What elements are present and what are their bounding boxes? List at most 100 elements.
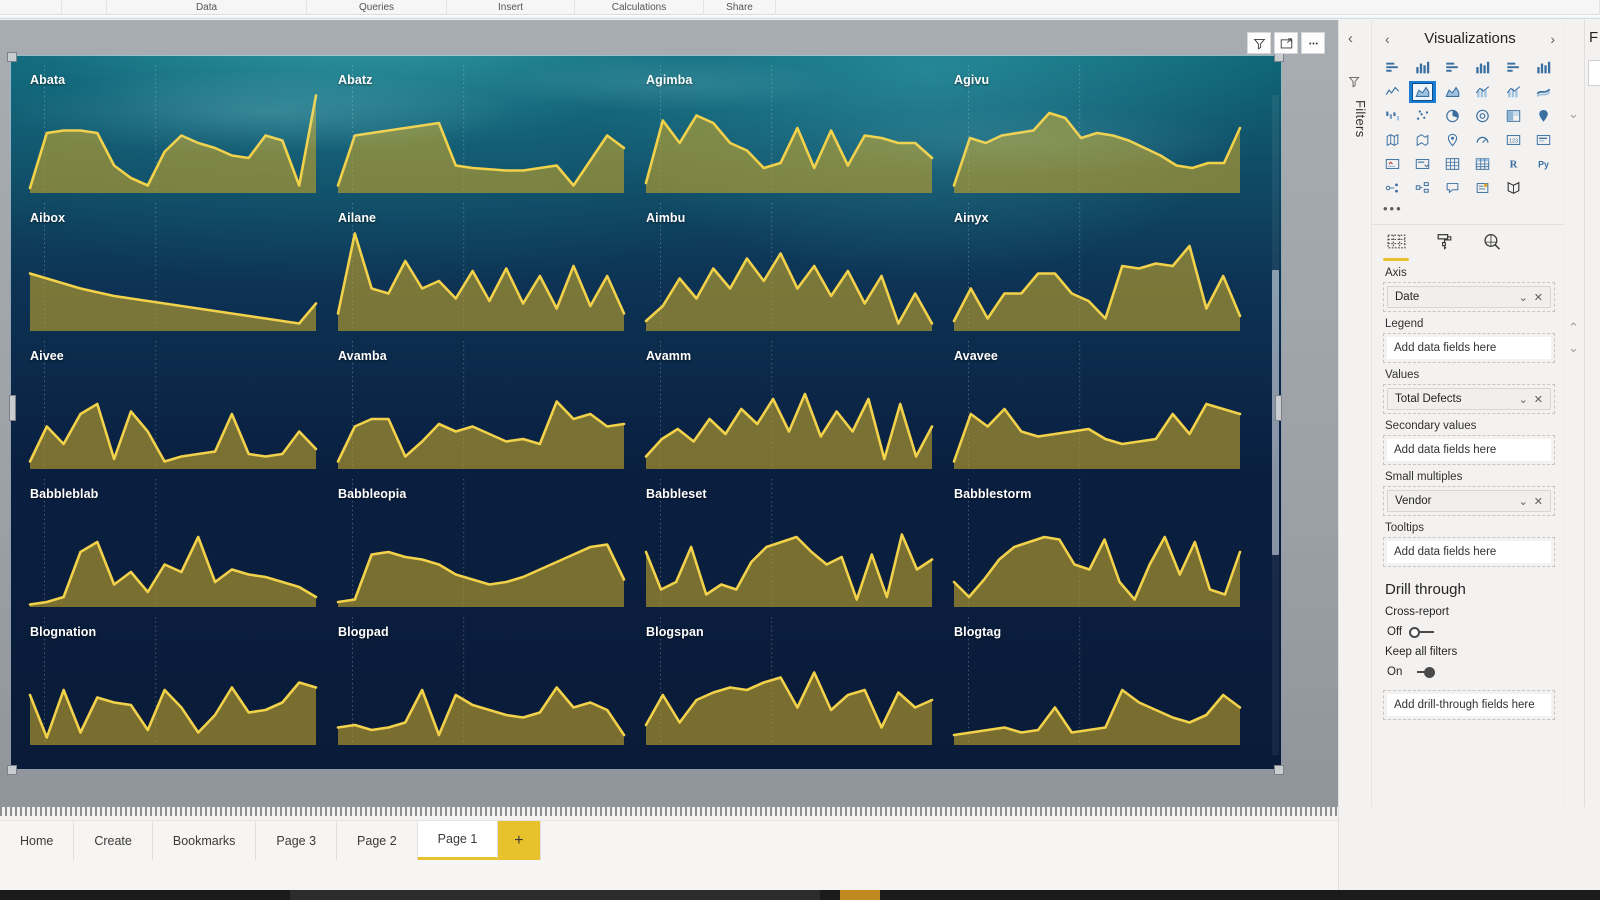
small-multiple-plot[interactable] bbox=[954, 369, 1240, 469]
format-tab[interactable] bbox=[1427, 231, 1461, 261]
small-multiple-plot[interactable] bbox=[954, 507, 1240, 607]
more-visuals-button[interactable]: ••• bbox=[1373, 199, 1563, 220]
stacked-column-100-icon[interactable] bbox=[1530, 57, 1557, 79]
paginated-report-icon[interactable] bbox=[1500, 177, 1527, 199]
small-multiple-panel[interactable]: Avamm bbox=[638, 345, 946, 483]
well-small-multiples[interactable]: Vendor ⌄ ✕ bbox=[1383, 486, 1555, 516]
small-multiple-plot[interactable] bbox=[954, 93, 1240, 193]
small-multiple-panel[interactable]: Avavee bbox=[946, 345, 1254, 483]
small-multiple-plot[interactable] bbox=[30, 645, 316, 745]
smart-narrative-icon[interactable] bbox=[1469, 177, 1496, 199]
report-canvas[interactable]: Abata Abatz Agimba Agivu Aibox Ailane Aimbu Ain… bbox=[0, 20, 1338, 807]
ribbon-chart-icon[interactable] bbox=[1530, 81, 1557, 103]
matrix-icon[interactable] bbox=[1469, 153, 1496, 175]
small-multiple-plot[interactable] bbox=[954, 231, 1240, 331]
ribbon-tab-calculations[interactable]: Calculations bbox=[575, 0, 704, 15]
small-multiple-plot[interactable] bbox=[30, 507, 316, 607]
clustered-bar-chart-icon[interactable] bbox=[1439, 57, 1466, 79]
small-multiple-panel[interactable]: Abatz bbox=[330, 69, 638, 207]
chevron-up-icon[interactable]: ⌃ bbox=[1568, 320, 1579, 336]
small-multiple-plot[interactable] bbox=[646, 231, 932, 331]
page-tab-home[interactable]: Home bbox=[0, 821, 75, 860]
ribbon-tab-queries[interactable]: Queries bbox=[307, 0, 447, 15]
stacked-column-chart-icon[interactable] bbox=[1409, 57, 1436, 79]
key-influencers-icon[interactable] bbox=[1379, 177, 1406, 199]
small-multiple-panel[interactable]: Blogspan bbox=[638, 621, 946, 759]
small-multiple-panel[interactable]: Aimbu bbox=[638, 207, 946, 345]
well-axis[interactable]: Date ⌄ ✕ bbox=[1383, 282, 1555, 312]
resize-handle-right-middle[interactable] bbox=[1275, 395, 1282, 421]
drill-through-well[interactable]: Add drill-through fields here bbox=[1383, 690, 1555, 720]
small-multiples-area-chart-visual[interactable]: Abata Abatz Agimba Agivu Aibox Ailane Aimbu Ain… bbox=[10, 55, 1282, 770]
chevron-down-icon[interactable]: ⌄ bbox=[1568, 106, 1579, 122]
analytics-tab[interactable] bbox=[1475, 231, 1509, 261]
remove-field-icon[interactable]: ✕ bbox=[1531, 495, 1546, 508]
small-multiple-panel[interactable]: Abata bbox=[22, 69, 330, 207]
page-tab-create[interactable]: Create bbox=[74, 821, 153, 860]
small-multiple-panel[interactable]: Ainyx bbox=[946, 207, 1254, 345]
pie-chart-icon[interactable] bbox=[1439, 105, 1466, 127]
stacked-bar-chart-icon[interactable] bbox=[1379, 57, 1406, 79]
resize-handle-bottom-left[interactable] bbox=[7, 765, 17, 775]
page-tab-bookmarks[interactable]: Bookmarks bbox=[153, 821, 257, 860]
well-values[interactable]: Total Defects ⌄ ✕ bbox=[1383, 384, 1555, 414]
decomposition-tree-icon[interactable] bbox=[1409, 177, 1436, 199]
small-multiple-plot[interactable] bbox=[30, 231, 316, 331]
visual-type-gallery[interactable]: 123 R Py bbox=[1373, 55, 1563, 199]
donut-chart-icon[interactable] bbox=[1469, 105, 1496, 127]
map-icon[interactable] bbox=[1530, 105, 1557, 127]
slicer-icon[interactable] bbox=[1409, 153, 1436, 175]
page-tab-page-1[interactable]: Page 1 bbox=[417, 821, 499, 860]
remove-field-icon[interactable]: ✕ bbox=[1531, 291, 1546, 304]
small-multiple-panel[interactable]: Babbleset bbox=[638, 483, 946, 621]
more-options-icon[interactable] bbox=[1301, 32, 1325, 54]
fields-search-box[interactable] bbox=[1588, 60, 1600, 86]
chevron-down-icon[interactable]: ⌄ bbox=[1516, 393, 1531, 406]
cross-report-toggle-row[interactable]: Off bbox=[1373, 622, 1563, 642]
visual-header-toolbar[interactable] bbox=[1247, 32, 1325, 54]
fields-tab[interactable] bbox=[1379, 231, 1413, 261]
clustered-column-chart-icon[interactable] bbox=[1469, 57, 1496, 79]
small-multiple-panel[interactable]: Blognation bbox=[22, 621, 330, 759]
small-multiple-panel[interactable]: Blogtag bbox=[946, 621, 1254, 759]
small-multiple-panel[interactable]: Aivee bbox=[22, 345, 330, 483]
chevron-down-icon-2[interactable]: ⌄ bbox=[1568, 340, 1579, 356]
well-secondary-values[interactable]: Add data fields here bbox=[1383, 435, 1555, 465]
small-multiple-panel[interactable]: Blogpad bbox=[330, 621, 638, 759]
ribbon-tab-data[interactable]: Data bbox=[107, 0, 307, 15]
small-multiple-panel[interactable]: Aibox bbox=[22, 207, 330, 345]
small-multiple-plot[interactable] bbox=[30, 93, 316, 193]
small-multiple-panel[interactable]: Babblestorm bbox=[946, 483, 1254, 621]
small-multiple-plot[interactable] bbox=[646, 507, 932, 607]
remove-field-icon[interactable]: ✕ bbox=[1531, 393, 1546, 406]
resize-handle-top-left[interactable] bbox=[7, 52, 17, 62]
table-icon[interactable] bbox=[1439, 153, 1466, 175]
gauge-icon[interactable] bbox=[1469, 129, 1496, 151]
chevron-down-icon[interactable]: ⌄ bbox=[1516, 495, 1531, 508]
small-multiple-plot[interactable] bbox=[338, 507, 624, 607]
small-multiple-plot[interactable] bbox=[338, 93, 624, 193]
pane-scroll-rail[interactable]: ⌄ ⌃ ⌄ bbox=[1563, 20, 1583, 807]
keep-filters-toggle[interactable] bbox=[1409, 666, 1436, 678]
small-multiple-plot[interactable] bbox=[646, 645, 932, 745]
add-page-button[interactable]: + bbox=[498, 821, 540, 860]
well-chip[interactable]: Date ⌄ ✕ bbox=[1387, 286, 1551, 308]
kpi-icon[interactable] bbox=[1379, 153, 1406, 175]
resize-handle-bottom-right[interactable] bbox=[1274, 765, 1284, 775]
waterfall-chart-icon[interactable] bbox=[1379, 105, 1406, 127]
small-multiple-plot[interactable] bbox=[646, 93, 932, 193]
chevron-left-icon[interactable]: ‹ bbox=[1348, 30, 1353, 47]
line-clustered-column-icon[interactable] bbox=[1500, 81, 1527, 103]
card-icon[interactable]: 123 bbox=[1500, 129, 1527, 151]
filled-map-icon[interactable] bbox=[1379, 129, 1406, 151]
fields-pane-partial[interactable]: F bbox=[1584, 20, 1600, 807]
keep-filters-toggle-row[interactable]: On bbox=[1373, 662, 1563, 682]
well-legend[interactable]: Add data fields here bbox=[1383, 333, 1555, 363]
visualizations-pane-tabs[interactable] bbox=[1373, 224, 1563, 261]
small-multiple-panel[interactable]: Ailane bbox=[330, 207, 638, 345]
well-chip[interactable]: Total Defects ⌄ ✕ bbox=[1387, 388, 1551, 410]
small-multiple-plot[interactable] bbox=[338, 231, 624, 331]
page-tab-bar[interactable]: Home Create Bookmarks Page 3 Page 2 Page 1 + bbox=[0, 820, 1338, 860]
filters-pane-collapsed[interactable]: ‹ Filters bbox=[1339, 20, 1372, 807]
filter-icon[interactable] bbox=[1348, 75, 1361, 93]
